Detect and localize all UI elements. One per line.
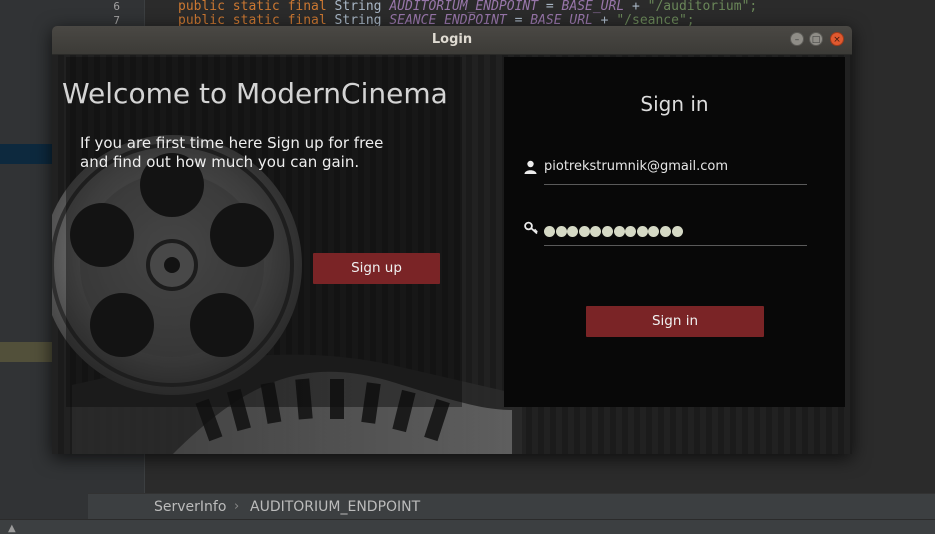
ide-selection-marker	[0, 144, 52, 164]
breadcrumb-separator: ›	[234, 499, 240, 514]
password-dot	[567, 226, 579, 237]
signin-panel: Sign in piotrekstrumnik@gmail.com Sign i…	[504, 57, 845, 407]
login-dialog: Login – □ × Welcome to ModernCinema If y…	[52, 26, 852, 454]
maximize-button[interactable]: □	[809, 32, 823, 46]
email-field[interactable]: piotrekstrumnik@gmail.com	[524, 156, 807, 185]
code-operator: +	[624, 0, 648, 14]
password-dot	[659, 226, 671, 237]
password-dot	[601, 226, 613, 237]
ide-bottom-bar: ▲	[0, 519, 935, 534]
ide-highlight-marker	[0, 342, 52, 362]
code-constant: BASE_URL	[561, 0, 625, 14]
code-type: String	[334, 0, 390, 14]
expand-icon[interactable]: ▲	[8, 523, 16, 534]
password-field[interactable]	[524, 217, 807, 246]
key-icon	[524, 221, 540, 237]
minimize-button[interactable]: –	[790, 32, 804, 46]
signin-button[interactable]: Sign in	[586, 306, 764, 337]
password-dot	[578, 226, 590, 237]
password-dot	[636, 226, 648, 237]
signup-button[interactable]: Sign up	[313, 253, 440, 284]
window-title: Login	[431, 32, 473, 47]
code-keyword: public static final	[178, 0, 335, 14]
code-operator: =	[538, 0, 562, 14]
welcome-button-area: Sign up	[66, 86, 462, 386]
password-value	[544, 222, 683, 237]
password-dot	[671, 226, 683, 237]
user-icon	[524, 160, 540, 176]
password-dot	[613, 226, 625, 237]
window-titlebar[interactable]: Login – □ ×	[52, 26, 852, 55]
code-string: "/auditorium";	[647, 0, 758, 14]
password-dot	[590, 226, 602, 237]
code-line[interactable]: public static final String AUDITORIUM_EN…	[178, 0, 757, 14]
breadcrumb-field[interactable]: AUDITORIUM_ENDPOINT	[250, 499, 420, 515]
line-number: 6	[113, 0, 120, 13]
ide-breadcrumb-bar: ServerInfo › AUDITORIUM_ENDPOINT	[88, 493, 935, 520]
code-constant: AUDITORIUM_ENDPOINT	[389, 0, 539, 14]
password-dot	[544, 226, 555, 237]
signin-title: Sign in	[640, 92, 709, 116]
password-dot	[625, 226, 637, 237]
password-dot	[648, 226, 660, 237]
breadcrumb-class[interactable]: ServerInfo	[154, 499, 226, 515]
email-value: piotrekstrumnik@gmail.com	[544, 159, 728, 174]
close-button[interactable]: ×	[830, 32, 844, 46]
password-dot	[555, 226, 567, 237]
